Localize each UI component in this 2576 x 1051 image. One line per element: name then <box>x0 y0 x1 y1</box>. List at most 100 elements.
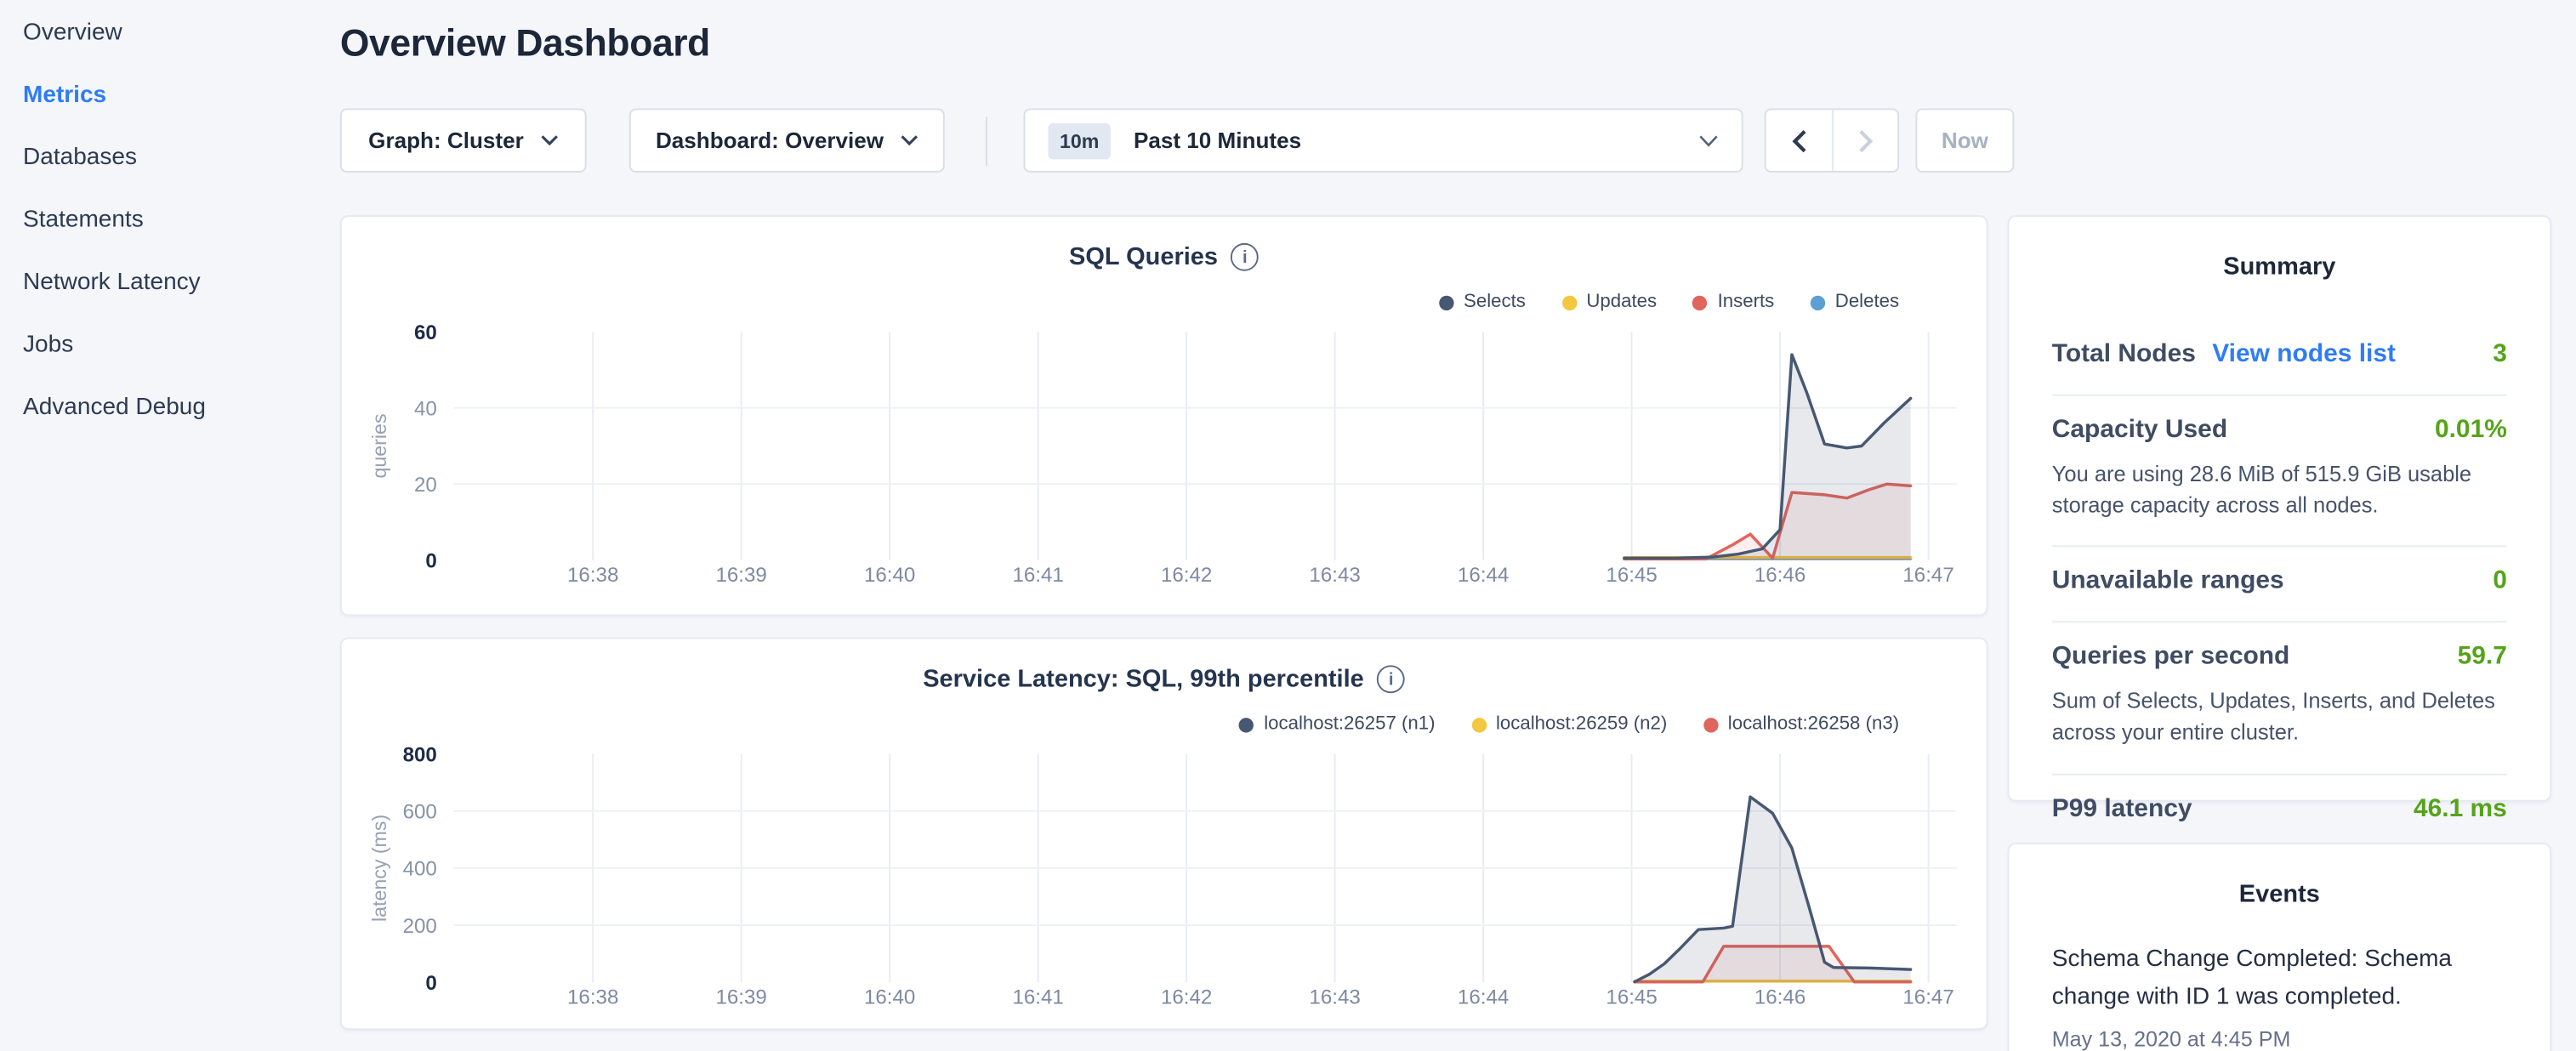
sql-queries-chart[interactable]: 16:3816:3916:4016:4116:4216:4316:4416:45… <box>342 319 1990 606</box>
now-button[interactable]: Now <box>1915 108 2014 172</box>
svg-text:16:39: 16:39 <box>715 986 766 1008</box>
svg-text:16:38: 16:38 <box>567 564 618 587</box>
legend-label: localhost:26257 (n1) <box>1264 714 1435 734</box>
svg-text:16:42: 16:42 <box>1161 986 1212 1008</box>
graph-scope-dropdown[interactable]: Graph: Cluster <box>340 108 587 172</box>
svg-text:16:40: 16:40 <box>864 986 915 1008</box>
qps-label: Queries per second <box>2052 643 2290 673</box>
qps-description: Sum of Selects, Updates, Inserts, and De… <box>2052 685 2507 748</box>
capacity-used-value: 0.01% <box>2435 416 2507 446</box>
legend-dot <box>1703 717 1718 731</box>
legend-item[interactable]: Inserts <box>1693 293 1775 312</box>
svg-text:16:43: 16:43 <box>1309 986 1360 1008</box>
legend-dot <box>1811 295 1825 310</box>
service-latency-chart-card: Service Latency: SQL, 99th percentile i … <box>340 638 1988 1031</box>
time-range-dropdown[interactable]: 10m Past 10 Minutes <box>1023 108 1743 172</box>
graph-scope-label: Graph: Cluster <box>368 128 524 153</box>
sidebar-item-databases[interactable]: Databases <box>0 127 328 189</box>
sidebar-item-overview[interactable]: Overview <box>0 2 328 64</box>
time-next-button[interactable] <box>1832 110 1897 170</box>
dashboard-label: Dashboard: Overview <box>656 128 884 153</box>
controls-bar: Graph: Cluster Dashboard: Overview 10m P… <box>340 108 2014 172</box>
chart-title: SQL Queries <box>1069 243 1218 271</box>
svg-text:400: 400 <box>403 858 437 881</box>
legend-dot <box>1693 295 1708 310</box>
legend-dot <box>1561 295 1576 310</box>
dashboard-dropdown[interactable]: Dashboard: Overview <box>629 108 945 172</box>
svg-text:0: 0 <box>425 972 436 995</box>
sidebar-nav: Overview Metrics Databases Statements Ne… <box>0 2 328 439</box>
summary-row-unavailable-ranges: Unavailable ranges 0 <box>2052 548 2507 623</box>
summary-row-capacity: Capacity Used 0.01% You are using 28.6 M… <box>2052 396 2507 548</box>
legend-label: localhost:26258 (n3) <box>1728 714 1899 734</box>
svg-text:16:45: 16:45 <box>1606 986 1657 1008</box>
total-nodes-label: Total Nodes <box>2052 340 2196 370</box>
chevron-down-icon <box>900 134 918 146</box>
capacity-used-label: Capacity Used <box>2052 416 2227 446</box>
service-latency-chart[interactable]: 16:38 16:39 16:40 16:41 16:42 16:43 16:44 16:45… <box>342 741 1990 1028</box>
chart-legend: localhost:26257 (n1) localhost:26259 (n2)… <box>1239 714 1899 734</box>
unavailable-ranges-value: 0 <box>2493 567 2507 597</box>
svg-text:16:41: 16:41 <box>1012 986 1063 1008</box>
sidebar-item-jobs[interactable]: Jobs <box>0 314 328 376</box>
sidebar-item-network-latency[interactable]: Network Latency <box>0 252 328 314</box>
summary-row-p99: P99 latency 46.1 ms <box>2052 775 2507 849</box>
summary-panel: Summary Total Nodes View nodes list 3 Ca… <box>2008 215 2551 802</box>
view-nodes-list-link[interactable]: View nodes list <box>2212 340 2396 370</box>
sidebar-item-metrics[interactable]: Metrics <box>0 64 328 126</box>
legend-item[interactable]: localhost:26258 (n3) <box>1703 714 1899 734</box>
events-title: Events <box>2010 880 2550 908</box>
legend-item[interactable]: localhost:26257 (n1) <box>1239 714 1435 734</box>
svg-text:16:47: 16:47 <box>1902 986 1953 1008</box>
info-icon[interactable]: i <box>1231 243 1259 271</box>
p99-latency-value: 46.1 ms <box>2414 794 2507 824</box>
chevron-right-icon <box>1858 129 1873 152</box>
sidebar-item-statements[interactable]: Statements <box>0 189 328 251</box>
svg-text:16:42: 16:42 <box>1161 564 1212 587</box>
summary-row-total-nodes: Total Nodes View nodes list 3 <box>2052 321 2507 396</box>
legend-dot <box>1439 295 1453 310</box>
event-text: Schema Change Completed: Schema change w… <box>2052 941 2507 1018</box>
time-range-badge: 10m <box>1048 122 1110 158</box>
legend-item[interactable]: localhost:26259 (n2) <box>1471 714 1667 734</box>
svg-text:16:44: 16:44 <box>1458 564 1509 587</box>
chart-legend: Selects Updates Inserts Deletes <box>1439 293 1899 312</box>
legend-label: localhost:26259 (n2) <box>1496 714 1667 734</box>
legend-label: Selects <box>1464 293 1526 312</box>
time-range-label: Past 10 Minutes <box>1134 128 1301 153</box>
svg-text:queries: queries <box>368 413 390 478</box>
p99-latency-label: P99 latency <box>2052 794 2192 824</box>
legend-label: Updates <box>1586 293 1657 312</box>
svg-text:800: 800 <box>403 743 437 766</box>
svg-text:16:38: 16:38 <box>567 986 618 1008</box>
legend-item[interactable]: Selects <box>1439 293 1526 312</box>
sql-queries-chart-card: SQL Queries i Selects Updates Inserts Delet… <box>340 215 1988 616</box>
svg-text:600: 600 <box>403 800 437 823</box>
svg-text:20: 20 <box>414 474 437 497</box>
summary-row-qps: Queries per second 59.7 Sum of Selects, … <box>2052 623 2507 775</box>
svg-text:16:43: 16:43 <box>1309 564 1360 587</box>
chart-title: Service Latency: SQL, 99th percentile <box>923 665 1364 693</box>
svg-text:16:44: 16:44 <box>1458 986 1509 1008</box>
svg-text:16:39: 16:39 <box>715 564 766 587</box>
time-step-buttons <box>1765 108 1899 172</box>
qps-value: 59.7 <box>2458 643 2507 673</box>
time-prev-button[interactable] <box>1766 110 1832 170</box>
unavailable-ranges-label: Unavailable ranges <box>2052 567 2284 597</box>
svg-text:60: 60 <box>414 321 437 344</box>
event-item[interactable]: Schema Change Completed: Schema change w… <box>2052 941 2507 1051</box>
legend-label: Deletes <box>1835 293 1899 312</box>
svg-text:16:47: 16:47 <box>1902 564 1953 587</box>
sidebar-item-advanced-debug[interactable]: Advanced Debug <box>0 376 328 438</box>
legend-item[interactable]: Updates <box>1561 293 1657 312</box>
info-icon[interactable]: i <box>1377 665 1405 693</box>
chevron-down-icon <box>1698 134 1718 146</box>
svg-text:latency (ms): latency (ms) <box>368 815 390 922</box>
svg-text:200: 200 <box>403 915 437 938</box>
page-title: Overview Dashboard <box>340 21 710 65</box>
events-panel: Events Schema Change Completed: Schema c… <box>2008 843 2551 1051</box>
svg-text:40: 40 <box>414 397 437 420</box>
svg-text:16:46: 16:46 <box>1754 564 1805 587</box>
db-console-page: Overview Metrics Databases Statements Ne… <box>0 0 2576 1051</box>
legend-item[interactable]: Deletes <box>1811 293 1899 312</box>
